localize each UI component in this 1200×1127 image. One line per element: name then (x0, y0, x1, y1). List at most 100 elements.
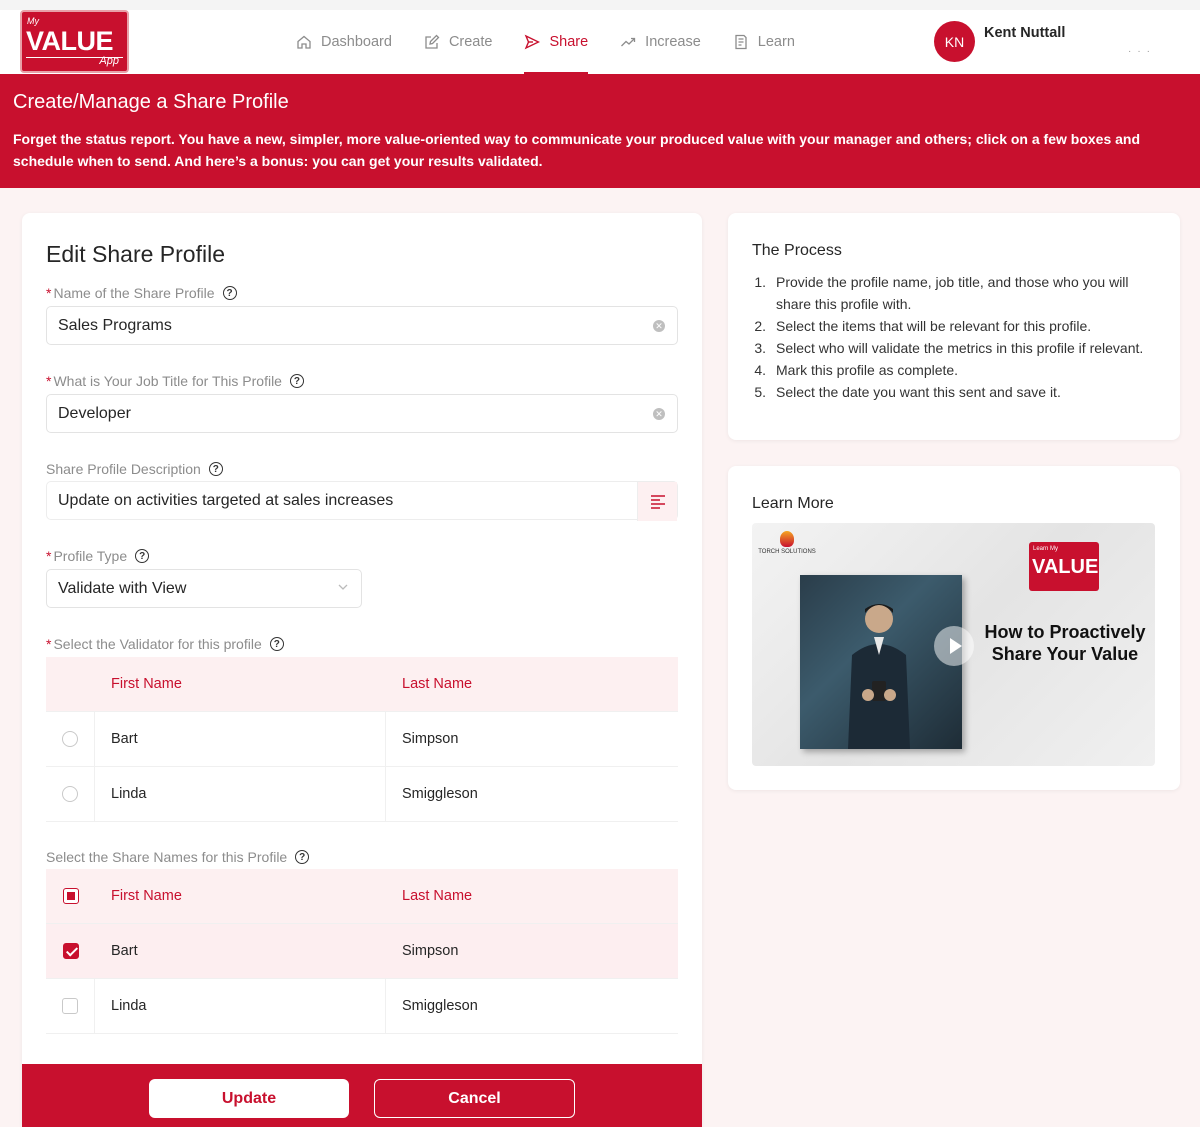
more-options-icon[interactable]: ··· (1128, 46, 1156, 57)
play-icon[interactable] (934, 626, 974, 666)
video-value-logo: Learn My VALUE (1029, 542, 1099, 591)
last-name-cell: Smiggleson (402, 998, 478, 1014)
table-row[interactable]: Linda Smiggleson (46, 979, 678, 1034)
form-title: Edit Share Profile (46, 241, 225, 267)
chevron-down-icon (337, 581, 349, 596)
first-name-cell: Linda (95, 767, 386, 821)
help-icon[interactable]: ? (135, 549, 150, 563)
validator-radio[interactable] (62, 731, 78, 747)
help-icon[interactable]: ? (289, 374, 304, 388)
share-names-label-text: Select the Share Names for this Profile (46, 849, 288, 865)
list-item: 2. Select the items that will be relevant… (754, 318, 1092, 334)
profile-type-value: Validate with View (58, 579, 187, 597)
process-steps: 1. Provide the profile name, job title, a… (752, 271, 1162, 403)
logo-value-text: VALUE (26, 26, 114, 56)
video-thumbnail[interactable]: TORCH SOLUTIONS Learn My VALUE How to Pr… (752, 523, 1155, 766)
nav-increase[interactable]: Increase (620, 10, 717, 74)
logo-app-text: App (99, 55, 119, 67)
learn-more-card: Learn More TORCH SOLUTIONS Learn My VALU… (728, 466, 1180, 790)
job-title-label: * What is Your Job Title for This Profil… (46, 373, 304, 389)
list-item: 3. Select who will validate the metrics i… (754, 340, 1144, 356)
required-mark: * (46, 636, 52, 652)
job-title-value: Developer (58, 404, 131, 422)
help-icon[interactable]: ? (208, 462, 223, 476)
profile-name-input[interactable]: Sales Programs ✕ (46, 306, 678, 345)
send-icon (525, 34, 541, 50)
table-row[interactable]: Linda Smiggleson (46, 767, 678, 822)
user-name[interactable]: Kent Nuttall (984, 25, 1065, 41)
process-title: The Process (752, 242, 842, 259)
book-icon (735, 34, 747, 50)
first-name-cell: Bart (95, 712, 386, 766)
description-value: Update on activities targeted at sales i… (58, 491, 394, 509)
list-item: 5. Select the date you want this sent and… (754, 384, 1061, 400)
first-name-cell: Linda (95, 979, 386, 1033)
logo-my-text: My (27, 16, 39, 26)
table-header: First Name Last Name (46, 657, 678, 712)
validator-label: * Select the Validator for this profile … (46, 636, 284, 652)
last-name-header[interactable]: Last Name (386, 657, 678, 711)
job-title-label-text: What is Your Job Title for This Profile (53, 373, 282, 389)
page-title: Create/Manage a Share Profile (13, 91, 289, 113)
app-logo[interactable]: My VALUE App (20, 10, 129, 73)
validator-radio[interactable] (62, 786, 78, 802)
trend-up-icon (621, 37, 636, 47)
validator-label-text: Select the Validator for this profile (53, 636, 262, 652)
user-avatar[interactable]: KN (934, 21, 975, 62)
top-navigation-bar: My VALUE App Dashboard Create Share Incr… (0, 0, 1200, 74)
validator-table: First Name Last Name Bart Simpson Linda … (46, 657, 678, 822)
nav-share[interactable]: Share (524, 10, 604, 74)
update-button[interactable]: Update (149, 1079, 349, 1118)
clear-icon[interactable]: ✕ (653, 408, 665, 420)
nav-share-label: Share (549, 34, 589, 50)
form-action-bar: Update Cancel (22, 1064, 702, 1127)
description-input[interactable]: Update on activities targeted at sales i… (46, 481, 678, 521)
nav-increase-label: Increase (645, 34, 701, 50)
edit-share-profile-card: Edit Share Profile * Name of the Share P… (22, 213, 702, 1127)
text-align-icon[interactable] (637, 482, 677, 521)
nav-dashboard-label: Dashboard (321, 34, 392, 50)
table-row[interactable]: Bart Simpson (46, 924, 678, 979)
help-icon[interactable]: ? (222, 286, 237, 300)
required-mark: * (46, 373, 52, 389)
table-row[interactable]: Bart Simpson (46, 712, 678, 767)
edit-icon (425, 34, 440, 49)
first-name-header[interactable]: First Name (95, 657, 386, 711)
table-header: First Name Last Name (46, 869, 678, 924)
nav-dashboard[interactable]: Dashboard (296, 10, 408, 74)
person-image (848, 604, 910, 749)
profile-name-label-text: Name of the Share Profile (53, 285, 215, 301)
required-mark: * (46, 285, 52, 301)
share-names-table: First Name Last Name Bart Simpson Linda … (46, 869, 678, 1034)
nav-learn[interactable]: Learn (733, 10, 811, 74)
torch-solutions-logo: TORCH SOLUTIONS (758, 531, 816, 555)
help-icon[interactable]: ? (295, 850, 310, 864)
main-nav: Dashboard Create Share Increase Learn (296, 10, 827, 74)
job-title-input[interactable]: Developer ✕ (46, 394, 678, 433)
first-name-header[interactable]: First Name (95, 869, 386, 923)
cancel-button[interactable]: Cancel (374, 1079, 575, 1118)
process-card: The Process 1. Provide the profile name, … (728, 213, 1180, 440)
page-description: Forget the status report. You have a new… (13, 131, 1141, 169)
clear-icon[interactable]: ✕ (653, 320, 665, 332)
video-photo (800, 575, 962, 749)
home-icon (297, 35, 311, 49)
brand-text: TORCH SOLUTIONS (758, 549, 816, 555)
required-mark: * (46, 548, 52, 564)
flame-icon (780, 531, 794, 547)
nav-learn-label: Learn (757, 34, 795, 50)
row-checkbox[interactable] (62, 943, 79, 959)
nav-create-label: Create (448, 34, 493, 50)
nav-create[interactable]: Create (424, 10, 509, 74)
select-all-checkbox[interactable] (62, 888, 79, 904)
video-title: How to Proactively Share Your Value (984, 622, 1146, 664)
profile-type-select[interactable]: Validate with View (46, 569, 362, 608)
row-checkbox[interactable] (62, 998, 78, 1014)
last-name-header[interactable]: Last Name (386, 869, 678, 923)
learn-more-title: Learn More (752, 495, 834, 512)
list-item: 1. Provide the profile name, job title, a… (754, 274, 1129, 312)
help-icon[interactable]: ? (269, 637, 284, 651)
page-banner: Create/Manage a Share Profile Forget the… (0, 74, 1200, 188)
last-name-cell: Smiggleson (402, 786, 478, 802)
description-label-text: Share Profile Description (46, 461, 201, 477)
